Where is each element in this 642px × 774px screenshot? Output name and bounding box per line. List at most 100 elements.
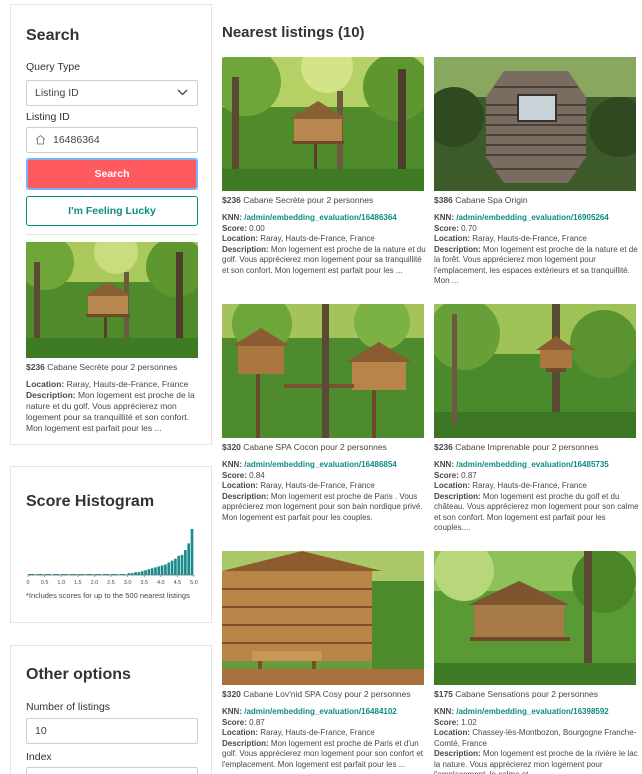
description-label: Description: (222, 244, 269, 254)
x-tick-label: 0 (26, 580, 29, 586)
listing-info: KNN: /admin/embedding_evaluation/1690526… (434, 213, 639, 287)
histogram-footnote: *Includes scores for up to the 500 neare… (26, 591, 190, 600)
x-tick-label: 5.0 (190, 580, 198, 586)
knn-label: KNN: (434, 213, 454, 222)
x-tick-label: 3.0 (124, 580, 132, 586)
histogram-bar (69, 574, 77, 575)
listing-photo[interactable] (222, 304, 424, 438)
histogram-bar (184, 550, 187, 575)
histogram-bar (140, 571, 144, 575)
histogram-bar (61, 574, 68, 575)
description-label: Description: (434, 491, 481, 501)
histogram-bar (157, 566, 161, 575)
num-listings-input[interactable]: 10 (26, 718, 198, 744)
histogram-bar (137, 572, 141, 575)
listing-info: KNN: /admin/embedding_evaluation/1648410… (222, 707, 427, 770)
listing-photo[interactable] (222, 551, 424, 685)
score-value: 0.70 (461, 223, 477, 233)
listing-info: KNN: /admin/embedding_evaluation/1648685… (222, 460, 427, 523)
knn-link[interactable]: /admin/embedding_evaluation/16486364 (244, 213, 397, 222)
knn-label: KNN: (222, 213, 242, 222)
feeling-lucky-button[interactable]: I'm Feeling Lucky (26, 196, 198, 226)
preview-description-label: Description: (26, 390, 76, 400)
histogram-panel: Score Histogram 0 0.5 1.0 1.5 2.0 2.5 3.0 3.5 4.… (10, 466, 212, 623)
listing-title: Cabane Imprenable pour 2 personnes (455, 442, 599, 452)
histogram-bar (150, 568, 154, 575)
histogram-bar (130, 573, 134, 575)
listing-photo[interactable] (222, 57, 424, 191)
knn-link[interactable]: /admin/embedding_evaluation/16485735 (456, 460, 609, 469)
description-label: Description: (434, 244, 481, 254)
listing-price-line: $320 Cabane Lov'nid SPA Cosy pour 2 pers… (222, 689, 411, 699)
score-value: 0.87 (249, 717, 265, 727)
description-label: Description: (222, 491, 269, 501)
listing-price: $320 (222, 689, 241, 699)
histogram-bar (147, 569, 151, 575)
preview-title: Cabane Secrète pour 2 personnes (47, 362, 178, 372)
histogram-bar (44, 574, 52, 575)
chevron-down-icon (177, 89, 188, 96)
knn-label: KNN: (222, 460, 242, 469)
x-tick-label: 4.5 (174, 580, 182, 586)
query-type-label: Query Type (26, 61, 81, 73)
listing-price: $236 (222, 195, 241, 205)
listing-price-line: $236 Cabane Imprenable pour 2 personnes (434, 442, 598, 452)
listing-title: Cabane Sensations pour 2 personnes (455, 689, 599, 699)
knn-link[interactable]: /admin/embedding_evaluation/16484102 (244, 707, 397, 716)
histogram-bar (94, 574, 102, 575)
description-label: Description: (434, 749, 481, 758)
listing-price: $175 (434, 689, 453, 699)
knn-label: KNN: (222, 707, 242, 716)
knn-link[interactable]: /admin/embedding_evaluation/16398592 (456, 707, 609, 716)
num-listings-value: 10 (35, 725, 47, 737)
listing-photo[interactable] (434, 57, 636, 191)
score-label: Score: (222, 717, 247, 727)
score-label: Score: (222, 470, 247, 480)
histogram-bar (102, 574, 110, 575)
home-icon (35, 134, 46, 145)
knn-link[interactable]: /admin/embedding_evaluation/16486854 (244, 460, 397, 469)
histogram-bar (36, 574, 43, 575)
x-tick-label: 2.0 (91, 580, 99, 586)
location-value: Raray, Hauts-de-France, France (260, 728, 375, 737)
histogram-bar (154, 567, 157, 575)
query-type-value: Listing ID (35, 87, 79, 99)
histogram-bar (127, 573, 131, 575)
knn-link[interactable]: /admin/embedding_evaluation/16905264 (456, 213, 609, 222)
query-type-select[interactable]: Listing ID (26, 80, 198, 106)
location-label: Location: (222, 481, 258, 490)
index-input[interactable] (26, 767, 198, 774)
listing-photo[interactable] (434, 551, 636, 685)
histogram-bar (180, 554, 184, 575)
listing-info: KNN: /admin/embedding_evaluation/1648636… (222, 213, 427, 276)
num-listings-label: Number of listings (26, 701, 111, 713)
x-tick-label: 4.0 (157, 580, 165, 586)
options-panel: Other options Number of listings 10 Inde… (10, 645, 212, 774)
x-tick-label: 1.0 (57, 580, 65, 586)
location-value: Raray, Hauts-de-France, France (260, 481, 375, 490)
location-value: Raray, Hauts-de-France, France (260, 234, 375, 243)
score-label: Score: (222, 223, 247, 233)
histogram-bar (174, 558, 177, 575)
histogram-bar (190, 529, 194, 575)
listing-price: $236 (434, 442, 453, 452)
histogram-bar (160, 565, 164, 575)
results-title: Nearest listings (10) (222, 24, 365, 41)
listing-id-input[interactable]: 16486364 (26, 127, 198, 153)
location-value: Raray, Hauts-de-France, France (472, 481, 587, 490)
score-label: Score: (434, 717, 459, 727)
options-title: Other options (26, 666, 131, 683)
histogram-bar (119, 574, 126, 575)
histogram-title: Score Histogram (26, 493, 155, 510)
listing-photo[interactable] (434, 304, 636, 438)
divider (26, 234, 198, 235)
preview-photo (26, 242, 198, 358)
search-button[interactable]: Search (26, 158, 198, 190)
listing-title: Cabane Spa Origin (455, 195, 528, 205)
preview-price-line: $236 Cabane Secrète pour 2 personnes (26, 362, 177, 372)
listing-price-line: $236 Cabane Secrète pour 2 personnes (222, 195, 373, 205)
histogram-bar (28, 574, 35, 575)
histogram-bar (52, 574, 60, 575)
score-value: 1.02 (461, 717, 477, 727)
x-tick-label: 3.5 (140, 580, 148, 586)
